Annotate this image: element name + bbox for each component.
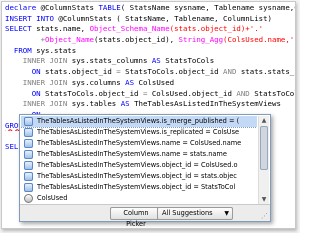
- code-line[interactable]: FROM sys.stats: [5, 46, 295, 57]
- chevron-down-icon: ▼: [224, 210, 229, 217]
- code-token: sys.stats: [36, 45, 77, 55]
- join-condition-icon: [24, 117, 33, 126]
- suggestion-scrollbar[interactable]: ▲ ▼: [258, 116, 269, 204]
- code-token: StatsToCols: [165, 56, 215, 66]
- scroll-up-arrow-icon[interactable]: ▲: [259, 116, 269, 125]
- code-line[interactable]: INNER JOIN sys.stats_columns AS StatsToC…: [5, 56, 295, 67]
- autocomplete-popup: TheTablesAsListedInTheSystemViews.is_mer…: [19, 114, 271, 228]
- suggestion-item[interactable]: ColsUsed: [21, 193, 257, 204]
- suggestion-list[interactable]: TheTablesAsListedInTheSystemViews.is_mer…: [21, 116, 257, 204]
- code-token: AS: [151, 56, 166, 66]
- code-token: (stats.object_id),: [94, 35, 179, 45]
- code-token: String_Agg: [178, 35, 224, 45]
- code-token: TABLE: [98, 3, 121, 12]
- code-token: AND: [223, 67, 241, 77]
- code-token: StatsToCols.object_id: [45, 88, 143, 98]
- scroll-down-arrow-icon[interactable]: ▼: [259, 195, 269, 204]
- code-token: FROM: [5, 45, 37, 55]
- code-token: SELECT: [5, 24, 37, 34]
- code-token: =: [116, 67, 126, 77]
- code-token: =: [142, 88, 152, 98]
- code-token: sys.stats_columns: [71, 56, 152, 66]
- all-suggestions-dropdown[interactable]: All Suggestions ▼: [157, 207, 233, 220]
- code-token: AS: [120, 99, 135, 109]
- code-line[interactable]: SELECT stats.name, Object_Schema_Name(st…: [5, 24, 295, 35]
- code-token: Object_Name: [45, 35, 94, 45]
- resize-grip-icon[interactable]: ⋰: [261, 212, 268, 220]
- all-suggestions-label: All Suggestions: [162, 209, 213, 217]
- code-token: +: [5, 35, 46, 45]
- join-condition-icon: [24, 161, 33, 170]
- code-line[interactable]: ON StatsToCols.object_id = ColsUsed.obje…: [5, 89, 295, 100]
- code-token: stats.name,: [36, 24, 90, 34]
- code-token: ON: [5, 88, 46, 98]
- code-line[interactable]: INNER JOIN sys.columns AS ColsUsed: [5, 78, 295, 89]
- code-token: sys.columns: [71, 77, 126, 87]
- code-token: stats.object_id: [45, 67, 117, 77]
- suggestion-label: TheTablesAsListedInTheSystemViews.is_mer…: [37, 117, 240, 125]
- join-condition-icon: [24, 139, 33, 148]
- screenshot: declare @ColumnStats TABLE( StatsName sy…: [0, 0, 300, 233]
- scroll-thumb[interactable]: [260, 126, 268, 170]
- code-token: ( StatsName sysname, Tablename sysname,C…: [120, 3, 295, 12]
- code-token: sys.tables: [71, 99, 121, 109]
- suggestion-label: TheTablesAsListedInTheSystemViews.name =…: [37, 150, 227, 158]
- code-token: stats.stats_id = Stats: [240, 67, 295, 77]
- code-token: TheTablesAsListedInTheSystemViews: [134, 99, 281, 109]
- column-icon: [24, 194, 33, 203]
- code-token: AS: [125, 77, 139, 87]
- join-condition-icon: [24, 128, 33, 137]
- code-token: ColsUsed.object_id: [151, 88, 237, 98]
- suggestion-label: TheTablesAsListedInTheSystemViews.object…: [37, 172, 237, 180]
- code-line[interactable]: INNER JOIN sys.tables AS TheTablesAsList…: [5, 99, 295, 110]
- code-token: (stats.object_id)+'.': [169, 24, 264, 34]
- code-token: declare: [5, 3, 41, 12]
- code-line[interactable]: INSERT INTO @ColumnStats ( StatsName, Ta…: [5, 14, 295, 25]
- code-token: ColsUsed: [138, 77, 175, 87]
- code-token: ON: [5, 67, 46, 77]
- code-token: INNER JOIN: [5, 99, 72, 109]
- suggestion-item[interactable]: TheTablesAsListedInTheSystemViews.object…: [21, 171, 257, 182]
- code-token: INNER JOIN: [5, 77, 72, 87]
- code-line[interactable]: ON stats.object_id = StatsToCols.object_…: [5, 67, 295, 78]
- suggestion-item[interactable]: TheTablesAsListedInTheSystemViews.object…: [21, 160, 257, 171]
- code-token: @ColumnStats: [58, 13, 117, 23]
- column-picker-button[interactable]: Column Picker: [110, 207, 162, 228]
- suggestion-item[interactable]: TheTablesAsListedInTheSystemViews.name =…: [21, 149, 257, 160]
- code-token: Object_Schema_Name: [89, 24, 170, 34]
- code-token: @ColumnStats: [40, 3, 99, 12]
- suggestion-label: ColsUsed: [37, 194, 68, 202]
- suggestion-label: TheTablesAsListedInTheSystemViews.is_rep…: [37, 128, 240, 136]
- suggestion-label: TheTablesAsListedInTheSystemViews.object…: [37, 161, 238, 169]
- popup-footer: Column Picker All Suggestions ▼ ⋰: [20, 204, 270, 228]
- join-condition-icon: [24, 172, 33, 181]
- suggestion-item[interactable]: TheTablesAsListedInTheSystemViews.is_rep…: [21, 127, 257, 138]
- code-token: StatsToCols.column_id: [254, 88, 295, 98]
- code-token: (ColsUsed.name,', '): [223, 35, 295, 45]
- suggestion-item[interactable]: TheTablesAsListedInTheSystemViews.name =…: [21, 138, 257, 149]
- suggestion-item[interactable]: TheTablesAsListedInTheSystemViews.object…: [21, 182, 257, 193]
- code-token: INSERT INTO: [5, 13, 59, 23]
- suggestion-item[interactable]: TheTablesAsListedInTheSystemViews.is_mer…: [21, 116, 257, 128]
- code-token: ( StatsName, Tablename, ColumnList): [116, 13, 272, 23]
- code-token: AND: [236, 88, 255, 98]
- suggestion-label: TheTablesAsListedInTheSystemViews.object…: [37, 183, 236, 191]
- code-token: INNER JOIN: [5, 56, 72, 66]
- code-line[interactable]: +Object_Name(stats.object_id), String_Ag…: [5, 35, 295, 46]
- join-condition-icon: [24, 183, 33, 192]
- suggestion-label: TheTablesAsListedInTheSystemViews.name =…: [37, 139, 242, 147]
- code-line[interactable]: declare @ColumnStats TABLE( StatsName sy…: [5, 3, 295, 14]
- code-token: StatsToCols.object_id: [125, 67, 224, 77]
- join-condition-icon: [24, 150, 33, 159]
